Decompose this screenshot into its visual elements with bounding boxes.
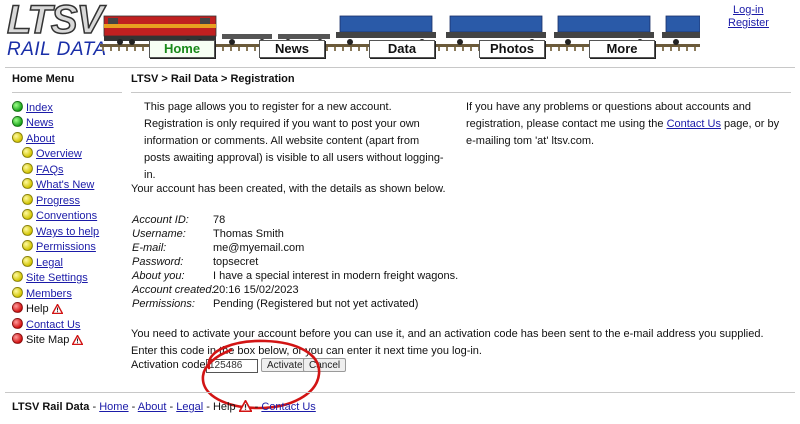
status-green-dot-icon xyxy=(12,116,23,127)
password-value: topsecret xyxy=(213,256,259,268)
status-yellow-dot-icon xyxy=(22,147,33,158)
sidebar-item-faqs[interactable]: FAQs xyxy=(22,163,64,177)
email-value: me@myemail.com xyxy=(213,242,305,254)
status-red-dot-icon xyxy=(12,302,23,313)
footer-link-contact-us[interactable]: Contact Us xyxy=(261,401,315,413)
sidebar-item-label[interactable]: Site Settings xyxy=(26,272,88,284)
sidebar-item-contact-us[interactable]: Contact Us xyxy=(12,318,80,332)
sidebar-item-label[interactable]: Progress xyxy=(36,195,80,207)
sidebar-item-label[interactable]: Legal xyxy=(36,257,63,269)
sidebar-item-label: Help xyxy=(26,303,49,315)
status-yellow-dot-icon xyxy=(22,240,33,251)
account-created-message: Your account has been created, with the … xyxy=(131,183,446,195)
sidebar-item-legal[interactable]: Legal xyxy=(22,256,63,270)
sidebar-item-whats-new[interactable]: What's New xyxy=(22,178,94,192)
sidebar-item-site-map[interactable]: Site Map xyxy=(12,333,84,347)
sidebar-item-index[interactable]: Index xyxy=(12,101,53,115)
breadcrumb-divider xyxy=(131,92,791,93)
sidebar-item-ways-to-help[interactable]: Ways to help xyxy=(22,225,99,239)
status-yellow-dot-icon xyxy=(22,194,33,205)
sidebar-item-label[interactable]: FAQs xyxy=(36,164,64,176)
contact-us-link[interactable]: Contact Us xyxy=(667,118,721,130)
warning-icon xyxy=(238,400,252,412)
help-text: If you have any problems or questions ab… xyxy=(466,99,786,150)
sidebar-item-label[interactable]: Ways to help xyxy=(36,226,99,238)
warning-icon xyxy=(72,335,84,345)
status-yellow-dot-icon xyxy=(22,163,33,174)
sidebar-item-about[interactable]: About xyxy=(12,132,55,146)
footer-divider xyxy=(5,392,795,393)
sidebar-item-permissions[interactable]: Permissions xyxy=(22,240,96,254)
sidebar-item-members[interactable]: Members xyxy=(12,287,72,301)
breadcrumb: LTSV > Rail Data > Registration xyxy=(131,73,295,85)
account-id-value: 78 xyxy=(213,214,226,226)
status-red-dot-icon xyxy=(12,318,23,329)
site-header: LTSV RAIL DATA Home News Data Photos Mor… xyxy=(0,0,800,64)
status-green-dot-icon xyxy=(12,101,23,112)
nav-news[interactable]: News xyxy=(259,40,325,58)
logo-ltsv[interactable]: LTSV xyxy=(6,0,104,41)
login-link[interactable]: Log-in xyxy=(733,4,764,16)
detail-label: Password: xyxy=(132,256,184,268)
status-yellow-dot-icon xyxy=(22,225,33,236)
detail-label: Permissions: xyxy=(132,298,195,310)
footer-link-about[interactable]: About xyxy=(138,401,167,413)
sidebar-item-site-settings[interactable]: Site Settings xyxy=(12,271,88,285)
sidebar-heading: Home Menu xyxy=(12,73,75,85)
footer-link-home[interactable]: Home xyxy=(99,401,128,413)
warning-icon xyxy=(51,304,63,314)
footer-help-label: Help xyxy=(212,401,236,413)
status-yellow-dot-icon xyxy=(12,132,23,143)
detail-label: About you: xyxy=(132,270,185,282)
header-divider xyxy=(5,67,795,68)
logo-rail-data[interactable]: RAIL DATA xyxy=(7,40,107,60)
sidebar-item-label[interactable]: Conventions xyxy=(36,210,97,222)
detail-label: Account created: xyxy=(132,284,215,296)
sidebar-item-label[interactable]: News xyxy=(26,117,54,129)
sidebar-item-label[interactable]: Overview xyxy=(36,148,82,160)
status-yellow-dot-icon xyxy=(22,256,33,267)
status-red-dot-icon xyxy=(12,333,23,344)
nav-home[interactable]: Home xyxy=(149,40,215,58)
intro-text: This page allows you to register for a n… xyxy=(144,101,444,181)
footer-link-legal[interactable]: Legal xyxy=(176,401,203,413)
sidebar-item-progress[interactable]: Progress xyxy=(22,194,80,208)
sidebar-item-label: Site Map xyxy=(26,334,70,346)
nav-more[interactable]: More xyxy=(589,40,655,58)
about-you-value: I have a special interest in modern frei… xyxy=(213,270,459,282)
detail-label: E-mail: xyxy=(132,242,167,254)
site-footer: LTSV Rail Data - Home - About - Legal - … xyxy=(12,400,316,413)
footer-site-name: LTSV Rail Data xyxy=(12,401,90,413)
detail-label: Username: xyxy=(132,228,186,240)
sidebar-item-label[interactable]: What's New xyxy=(36,179,94,191)
status-yellow-dot-icon xyxy=(22,178,33,189)
username-value: Thomas Smith xyxy=(213,228,284,240)
sidebar-item-overview[interactable]: Overview xyxy=(22,147,82,161)
nav-photos[interactable]: Photos xyxy=(479,40,545,58)
sidebar-item-label[interactable]: Members xyxy=(26,288,72,300)
sidebar-item-label[interactable]: Index xyxy=(26,102,53,114)
account-created-value: 20:16 15/02/2023 xyxy=(213,284,299,296)
sidebar-item-label[interactable]: Permissions xyxy=(36,241,96,253)
nav-data[interactable]: Data xyxy=(369,40,435,58)
sidebar-item-label[interactable]: Contact Us xyxy=(26,319,80,331)
status-yellow-dot-icon xyxy=(12,271,23,282)
status-yellow-dot-icon xyxy=(22,209,33,220)
detail-label: Account ID: xyxy=(132,214,189,226)
sidebar-item-news[interactable]: News xyxy=(12,116,54,130)
register-link[interactable]: Register xyxy=(728,17,769,29)
sidebar-divider xyxy=(12,92,122,93)
sidebar-item-conventions[interactable]: Conventions xyxy=(22,209,97,223)
permissions-value: Pending (Registered but not yet activate… xyxy=(213,298,419,310)
sidebar-item-help[interactable]: Help xyxy=(12,302,63,316)
status-yellow-dot-icon xyxy=(12,287,23,298)
sidebar-item-label[interactable]: About xyxy=(26,133,55,145)
